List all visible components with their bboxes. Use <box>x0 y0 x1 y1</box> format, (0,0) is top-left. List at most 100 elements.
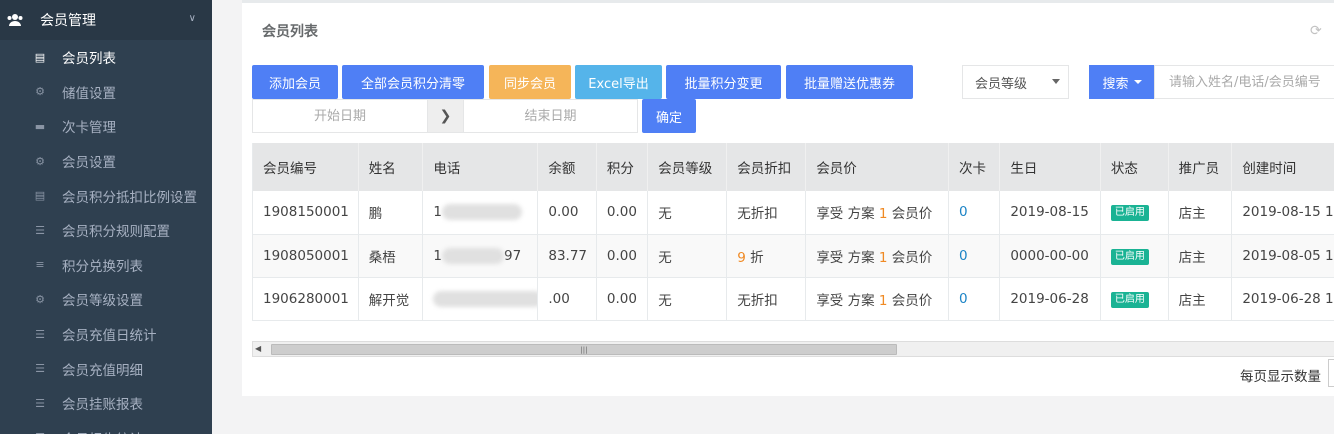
end-date-input[interactable] <box>463 99 638 133</box>
caret-down-icon <box>1133 80 1142 84</box>
sidebar-item[interactable]: ☰ 会员充值日统计 <box>0 317 212 352</box>
column-header[interactable]: 姓名 <box>358 143 424 191</box>
member-id: 1908050001 <box>263 247 349 264</box>
created-time: 2019-08-05 15:32 <box>1242 247 1334 264</box>
table-row[interactable]: 1906280001 解开觉 .00 0.00 无 无折扣 享受 方案 1 会员价 0 2019… <box>252 277 1334 321</box>
card-cell[interactable]: 0 <box>948 191 1001 235</box>
sidebar-item[interactable]: ☰ 会员积分规则配置 <box>0 213 212 248</box>
column-header[interactable]: 生日 <box>999 143 1101 191</box>
promoter-cell: 店主 <box>1168 191 1233 235</box>
sidebar-item[interactable]: ▬ 次卡管理 <box>0 109 212 144</box>
page-size-label: 每页显示数量 <box>1240 369 1321 385</box>
column-header[interactable]: 次卡 <box>948 143 1001 191</box>
created-cell: 2019-08-05 15:32 <box>1231 234 1334 278</box>
sidebar-item[interactable]: ≡ 积分兑换列表 <box>0 248 212 283</box>
card-count[interactable]: 0 <box>959 248 968 264</box>
points: 0.00 <box>606 204 637 221</box>
redaction-blur <box>433 290 537 307</box>
column-header[interactable]: 会员编号 <box>252 143 359 191</box>
search-input[interactable] <box>1154 65 1334 99</box>
scrollbar-thumb[interactable]: ||| <box>271 344 897 355</box>
price-text: 享受 方案 <box>816 206 875 223</box>
batch-points-button[interactable]: 批量积分变更 <box>666 65 781 99</box>
sidebar: 会员管理 ∨ ▤ 会员列表 ⚙ 储值设置 ▬ 次卡管理 ⚙ 会员设置 ▤ 会员积分抵扣比例设置 ☰ 会… <box>0 0 212 434</box>
sidebar-item-label: 会员积分抵扣比例设置 <box>62 189 197 206</box>
member-id: 1906280001 <box>263 290 349 307</box>
search-dropdown-button[interactable]: 搜索 <box>1089 65 1155 99</box>
sidebar-item[interactable]: ⚙ 储值设置 <box>0 75 212 110</box>
column-header[interactable]: 余额 <box>537 143 597 191</box>
sidebar-item-label: 会员设置 <box>62 155 116 172</box>
status-badge: 已启用 <box>1110 205 1149 222</box>
panel-title: 会员列表 <box>262 24 318 40</box>
promoter: 店主 <box>1178 206 1206 223</box>
promoter: 店主 <box>1178 292 1206 309</box>
discount-cell: 9 折 <box>726 234 807 278</box>
table-icon: ▤ <box>34 50 46 64</box>
clear-points-button[interactable]: 全部会员积分清零 <box>342 65 484 99</box>
column-header[interactable]: 会员价 <box>805 143 949 191</box>
balance: 0.00 <box>548 204 579 221</box>
horizontal-scrollbar[interactable]: ◀ ||| <box>252 341 1334 357</box>
page-size-select[interactable] <box>1328 359 1334 387</box>
member-name-cell: 解开觉 <box>358 277 424 321</box>
balance-cell: 83.77 <box>537 234 597 278</box>
column-header[interactable]: 电话 <box>422 143 539 191</box>
birthday-cell: 2019-08-15 <box>999 191 1101 235</box>
column-header[interactable]: 状态 <box>1100 143 1169 191</box>
discount-text: 折 <box>750 249 764 266</box>
table-row[interactable]: 1908150001 鹏 1 0.00 0.00 无 无折扣 享受 方案 1 会员价 0 2019… <box>252 191 1334 235</box>
sidebar-item-label: 次卡管理 <box>62 120 116 137</box>
discount-text: 无折扣 <box>737 292 778 309</box>
status-cell: 已启用 <box>1100 234 1169 278</box>
member-list-panel: 会员列表 ⟳ 添加会员 全部会员积分清零 同步会员 Excel导出 批量积分变更… <box>242 0 1334 396</box>
table-row[interactable]: 1908050001 桑梧 1 97 83.77 0.00 无 9 折 享受 方案 1 会员价 0… <box>252 234 1334 278</box>
points-cell: 0.00 <box>596 277 649 321</box>
sidebar-item[interactable]: ☰ 会员充值明细 <box>0 351 212 386</box>
created-time: 2019-08-15 11:37 <box>1242 204 1334 221</box>
sidebar-group-member-management[interactable]: 会员管理 ∨ <box>0 0 212 40</box>
column-header[interactable]: 积分 <box>596 143 649 191</box>
list-icon: ☰ <box>35 327 45 341</box>
created-cell: 2019-08-15 11:37 <box>1231 191 1334 235</box>
discount-text: 无折扣 <box>737 206 778 223</box>
card-count[interactable]: 0 <box>959 291 968 307</box>
sidebar-item[interactable]: ⚙ 会员设置 <box>0 144 212 179</box>
column-header[interactable]: 推广员 <box>1168 143 1233 191</box>
phone-prefix: 1 <box>433 204 442 221</box>
sidebar-item[interactable]: ▤ 会员积分抵扣比例设置 <box>0 178 212 213</box>
card-cell[interactable]: 0 <box>948 277 1001 321</box>
price-plan-number: 1 <box>878 206 888 223</box>
users-icon <box>6 12 24 28</box>
phone-cell: 1 <box>422 191 539 235</box>
column-header[interactable]: 会员折扣 <box>726 143 807 191</box>
member-level-select[interactable]: 会员等级 <box>962 65 1069 99</box>
promoter-cell: 店主 <box>1168 277 1233 321</box>
card-cell[interactable]: 0 <box>948 234 1001 278</box>
list-icon: ☰ <box>35 223 45 237</box>
sidebar-item[interactable]: ☰会员报告统计 <box>0 421 212 434</box>
balance-cell: .00 <box>537 277 597 321</box>
add-member-button[interactable]: 添加会员 <box>252 65 338 99</box>
status-cell: 已启用 <box>1100 277 1169 321</box>
member-name: 桑梧 <box>368 249 396 266</box>
confirm-button[interactable]: 确定 <box>642 99 696 133</box>
start-date-input[interactable] <box>252 99 428 133</box>
sidebar-item[interactable]: ⚙ 会员等级设置 <box>0 282 212 317</box>
card-count[interactable]: 0 <box>959 204 968 220</box>
column-header[interactable]: 创建时间 <box>1231 143 1334 191</box>
excel-export-button[interactable]: Excel导出 <box>575 65 662 99</box>
sync-members-button[interactable]: 同步会员 <box>489 65 571 99</box>
scroll-left-arrow-icon[interactable]: ◀ <box>255 344 261 353</box>
sidebar-item[interactable]: ▤ 会员列表 <box>0 40 212 75</box>
batch-coupons-button[interactable]: 批量赠送优惠券 <box>786 65 913 99</box>
column-header[interactable]: 会员等级 <box>647 143 728 191</box>
sidebar-item[interactable]: ☰ 会员挂账报表 <box>0 386 212 421</box>
birthday: 2019-06-28 <box>1010 290 1089 307</box>
sidebar-group-label: 会员管理 <box>40 13 96 29</box>
sidebar-item-label: 会员列表 <box>62 51 116 68</box>
sidebar-item-label: 会员报告统计 <box>62 428 143 434</box>
member-price: 享受 方案 1 会员价 <box>816 250 932 266</box>
refresh-icon[interactable]: ⟳ <box>1310 23 1322 39</box>
price-text: 享受 方案 <box>816 292 875 309</box>
